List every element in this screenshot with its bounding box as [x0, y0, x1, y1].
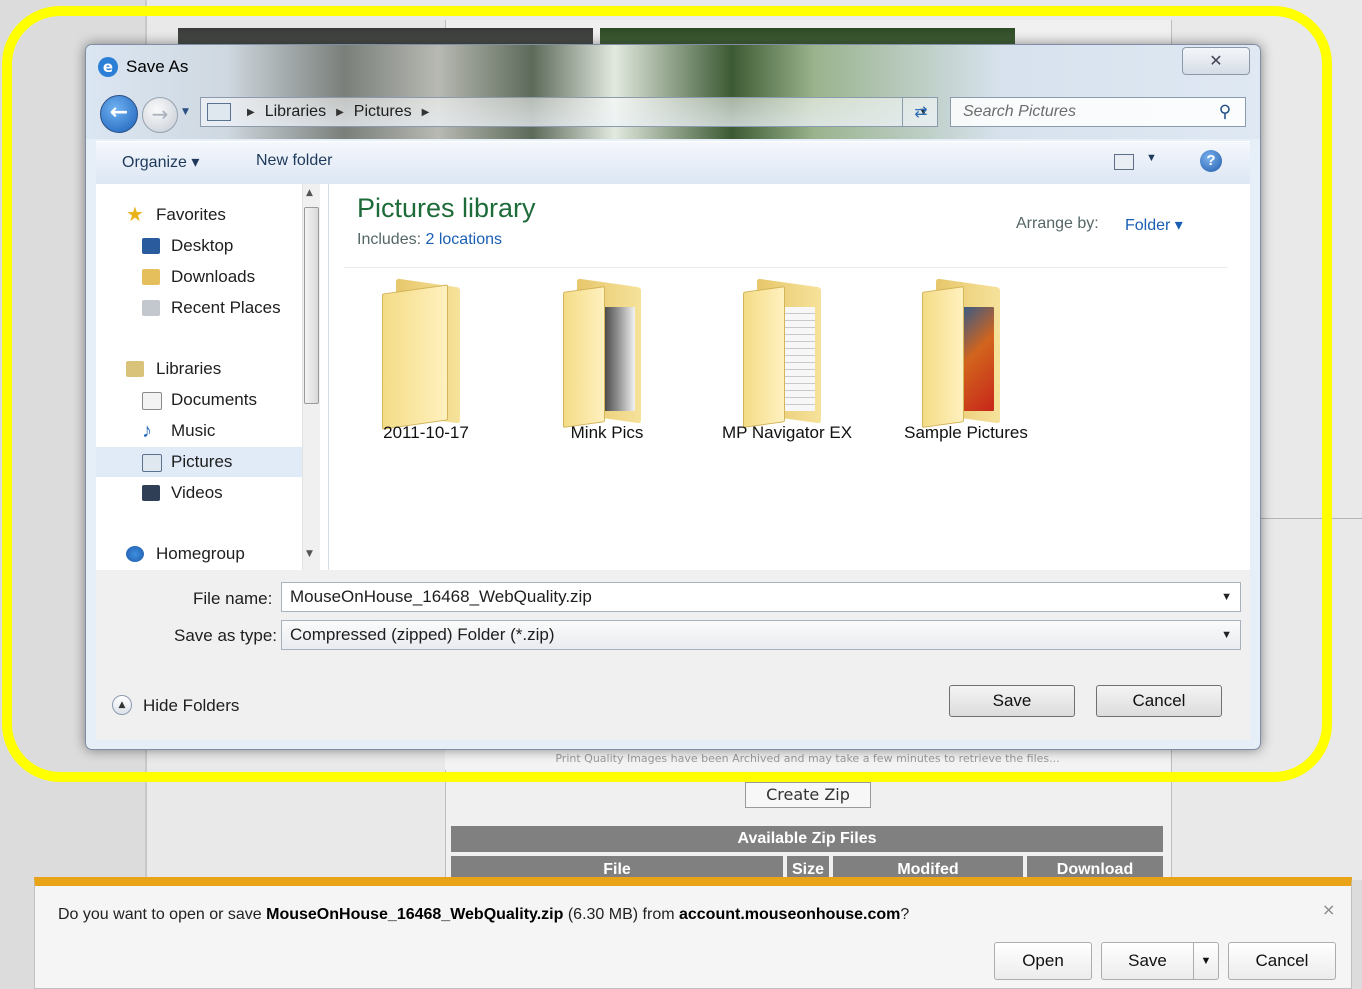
- highlight-annotation: [2, 6, 1332, 782]
- close-icon[interactable]: ×: [1322, 900, 1335, 919]
- prompt-filename: MouseOnHouse_16468_WebQuality.zip: [266, 906, 564, 923]
- save-options-dropdown-icon[interactable]: ▼: [1193, 942, 1219, 980]
- open-button[interactable]: Open: [994, 942, 1092, 980]
- zip-table-title: Available Zip Files: [451, 826, 1163, 852]
- notification-save-button[interactable]: Save: [1101, 942, 1193, 980]
- create-zip-button[interactable]: Create Zip: [745, 782, 871, 808]
- prompt-size: (6.30 MB) from: [563, 906, 679, 923]
- prompt-prefix: Do you want to open or save: [58, 906, 267, 923]
- prompt-suffix: ?: [900, 906, 910, 923]
- prompt-site: account.mouseonhouse.com: [678, 906, 901, 923]
- notification-cancel-button[interactable]: Cancel: [1228, 942, 1336, 980]
- download-prompt-text: Do you want to open or save MouseOnHouse…: [58, 906, 909, 924]
